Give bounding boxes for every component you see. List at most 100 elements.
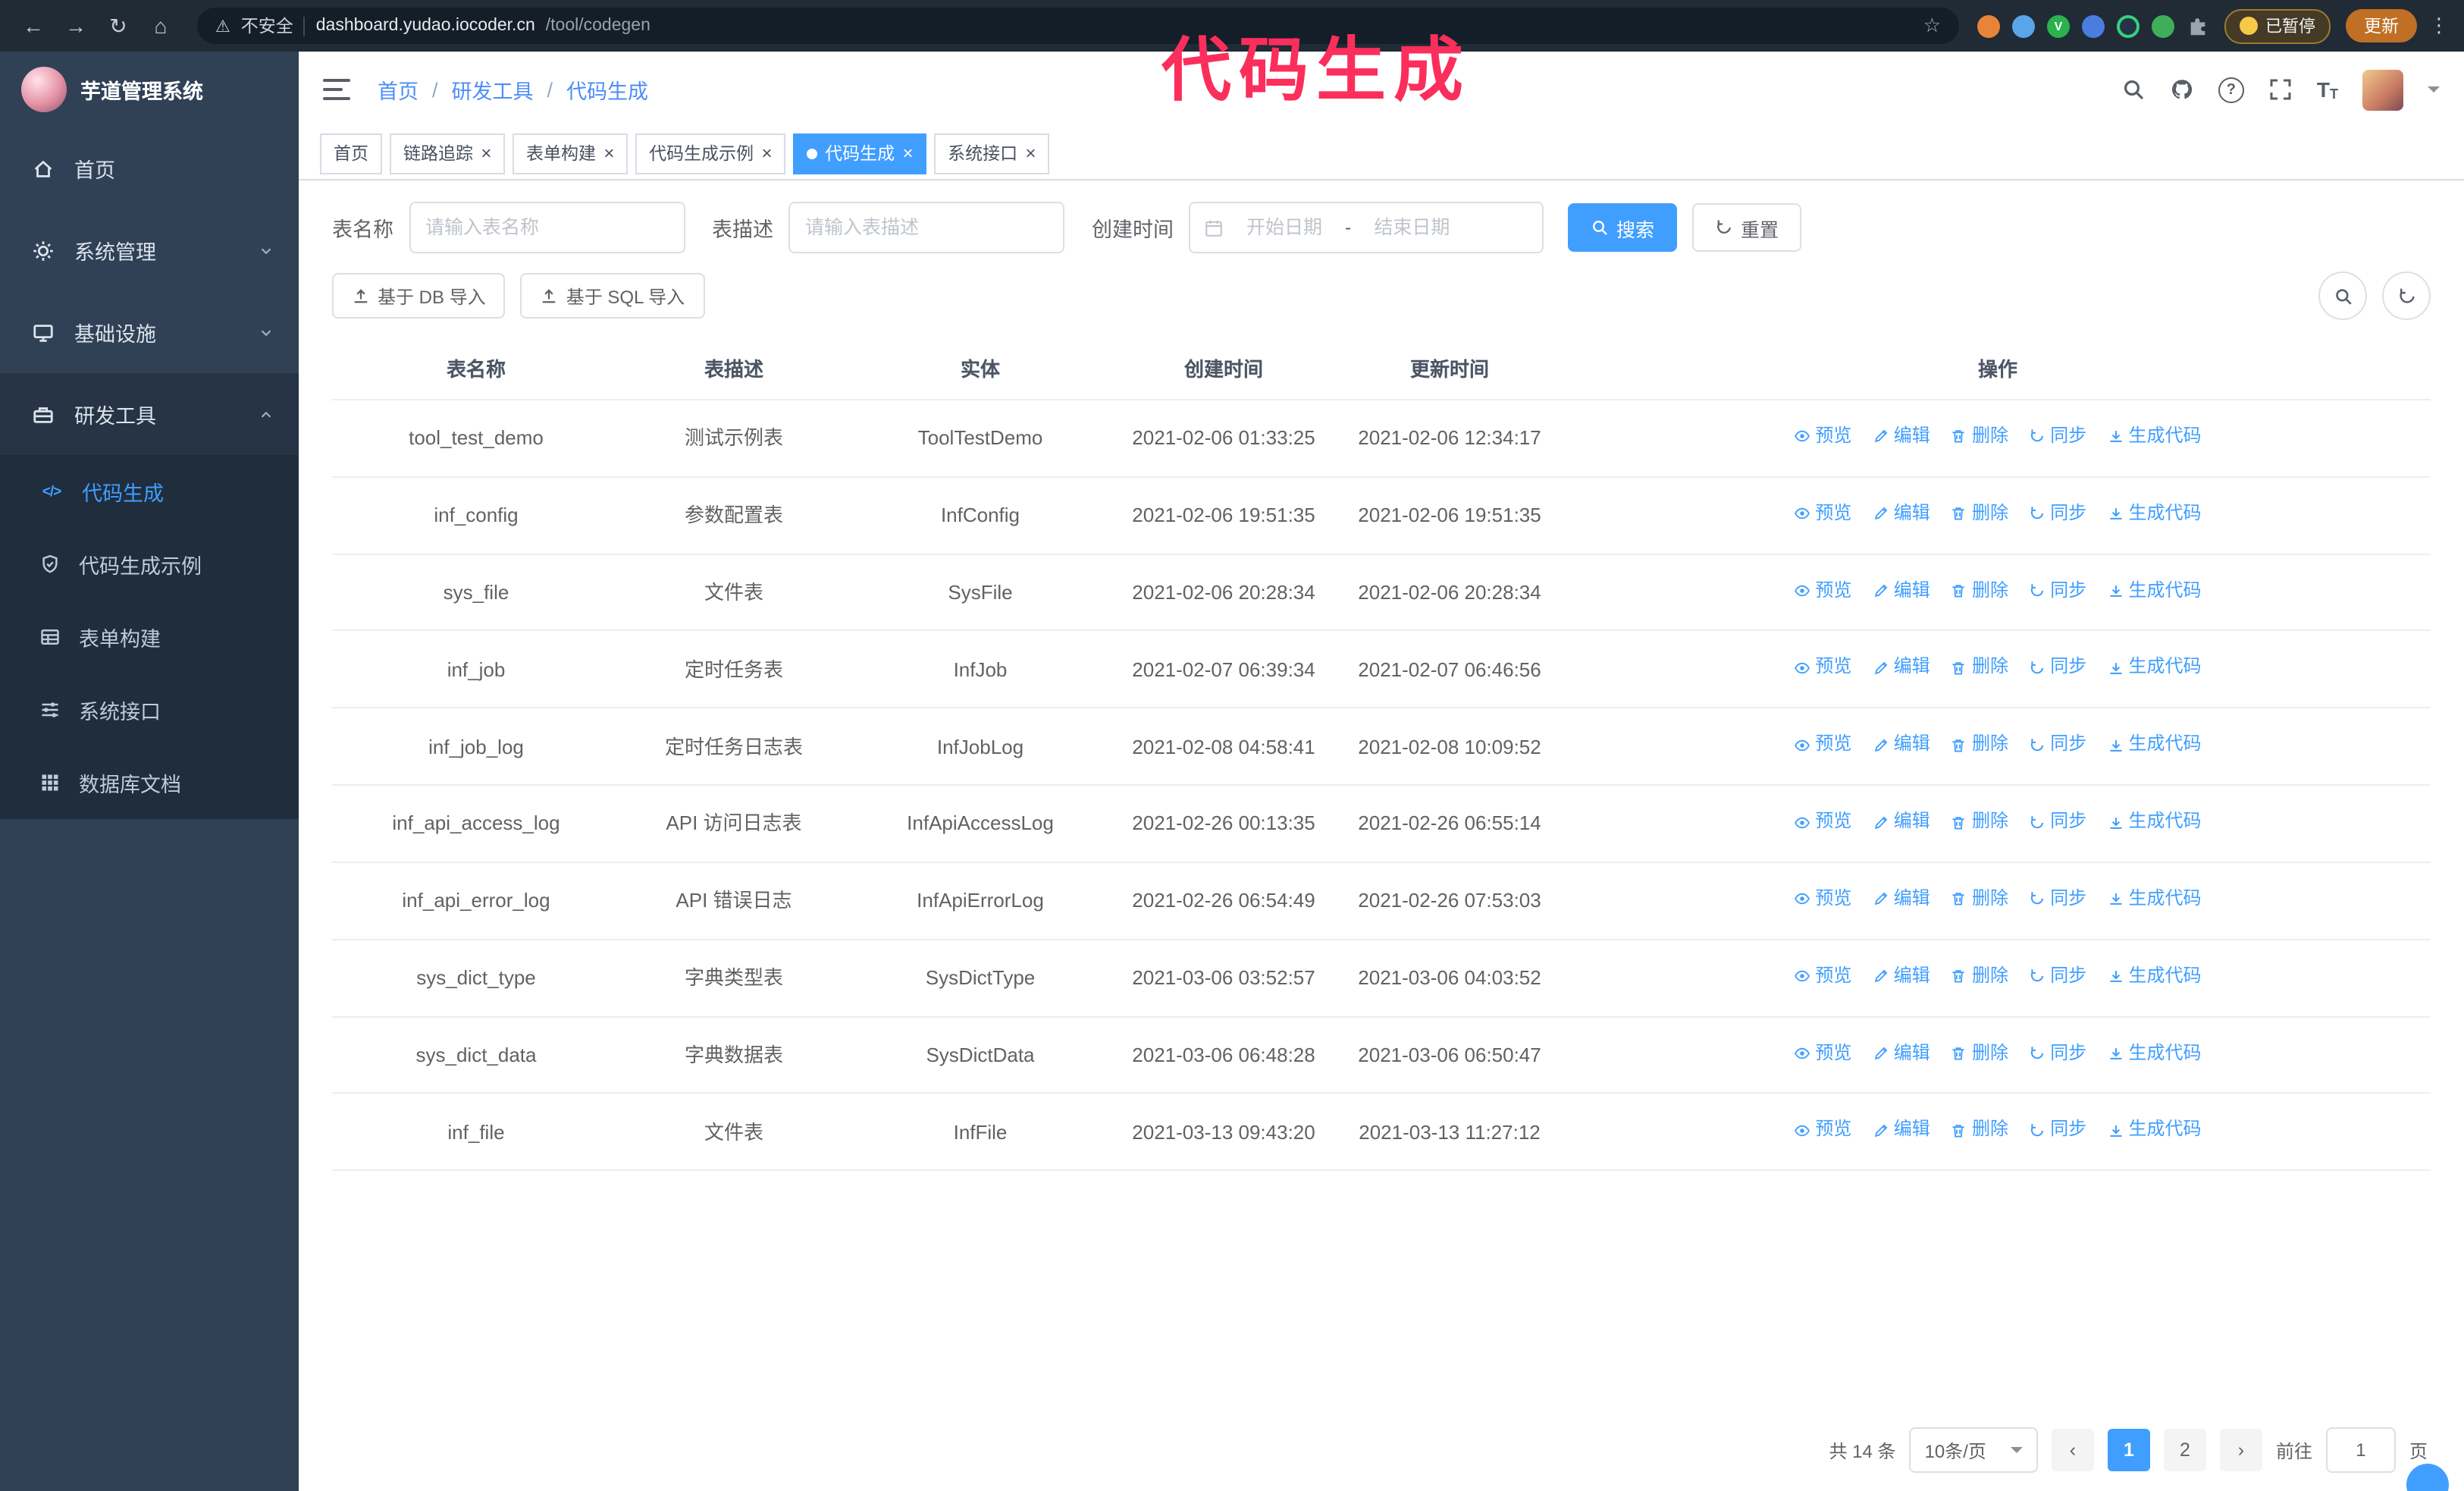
sidebar-item-dev-tools[interactable]: 研发工具: [0, 373, 299, 455]
page-size-select[interactable]: 10条/页: [1909, 1427, 2038, 1473]
sync-link[interactable]: 同步: [2029, 962, 2086, 992]
delete-link[interactable]: 删除: [1951, 499, 2008, 529]
edit-link[interactable]: 编辑: [1873, 576, 1930, 606]
tab-codegen-example[interactable]: 代码生成示例 ×: [635, 133, 786, 174]
search-icon[interactable]: [2121, 77, 2146, 102]
generate-code-link[interactable]: 生成代码: [2108, 807, 2202, 837]
drop-extension-icon[interactable]: [2012, 14, 2035, 37]
hamburger-icon[interactable]: [323, 79, 350, 100]
help-icon[interactable]: ?: [2218, 77, 2244, 102]
sync-link[interactable]: 同步: [2029, 1038, 2086, 1069]
delete-link[interactable]: 删除: [1951, 576, 2008, 606]
edit-link[interactable]: 编辑: [1873, 884, 1930, 915]
tab-system-api[interactable]: 系统接口 ×: [934, 133, 1050, 174]
edit-link[interactable]: 编辑: [1873, 962, 1930, 992]
edit-link[interactable]: 编辑: [1873, 730, 1930, 761]
sidebar-subitem-system-api[interactable]: 系统接口: [0, 673, 299, 746]
people-extension-icon[interactable]: [2082, 14, 2105, 37]
table-desc-input[interactable]: [788, 202, 1064, 253]
generate-code-link[interactable]: 生成代码: [2108, 1116, 2202, 1146]
preview-link[interactable]: 预览: [1794, 576, 1851, 606]
font-size-icon[interactable]: TT: [2317, 77, 2338, 102]
generate-code-link[interactable]: 生成代码: [2108, 499, 2202, 529]
close-icon[interactable]: ×: [902, 144, 913, 162]
sidebar-item-infrastructure[interactable]: 基础设施: [0, 291, 299, 373]
end-date-input[interactable]: [1359, 215, 1466, 240]
back-icon[interactable]: ←: [15, 8, 52, 44]
sync-link[interactable]: 同步: [2029, 884, 2086, 915]
sidebar-item-home[interactable]: 首页: [0, 127, 299, 209]
breadcrumb-home[interactable]: 首页: [378, 74, 419, 105]
edit-link[interactable]: 编辑: [1873, 1116, 1930, 1146]
refresh-table-button[interactable]: [2382, 272, 2431, 320]
page-button-1[interactable]: 1: [2107, 1429, 2150, 1471]
sync-link[interactable]: 同步: [2029, 807, 2086, 837]
delete-link[interactable]: 删除: [1951, 962, 2008, 992]
fox-extension-icon[interactable]: [1977, 14, 2000, 37]
address-bar[interactable]: ⚠ 不安全 dashboard.yudao.iocoder.cn/tool/co…: [197, 8, 1959, 44]
breadcrumb-dev-tools[interactable]: 研发工具: [452, 74, 534, 105]
update-button[interactable]: 更新: [2346, 9, 2417, 42]
generate-code-link[interactable]: 生成代码: [2108, 1038, 2202, 1069]
bookmark-star-icon[interactable]: ☆: [1923, 14, 1941, 38]
sidebar-subitem-form-builder[interactable]: 表单构建: [0, 601, 299, 673]
home-icon[interactable]: ⌂: [143, 8, 179, 44]
delete-link[interactable]: 删除: [1951, 807, 2008, 837]
preview-link[interactable]: 预览: [1794, 1116, 1851, 1146]
extensions-puzzle-icon[interactable]: [2187, 14, 2209, 37]
preview-link[interactable]: 预览: [1794, 499, 1851, 529]
preview-link[interactable]: 预览: [1794, 962, 1851, 992]
generate-code-link[interactable]: 生成代码: [2108, 884, 2202, 915]
sync-link[interactable]: 同步: [2029, 576, 2086, 606]
preview-link[interactable]: 预览: [1794, 884, 1851, 915]
generate-code-link[interactable]: 生成代码: [2108, 730, 2202, 761]
reset-button[interactable]: 重置: [1692, 203, 1802, 252]
delete-link[interactable]: 删除: [1951, 730, 2008, 761]
sync-link[interactable]: 同步: [2029, 422, 2086, 452]
edit-link[interactable]: 编辑: [1873, 653, 1930, 683]
preview-link[interactable]: 预览: [1794, 422, 1851, 452]
date-range-picker[interactable]: -: [1189, 202, 1544, 253]
edit-link[interactable]: 编辑: [1873, 1038, 1930, 1069]
generate-code-link[interactable]: 生成代码: [2108, 653, 2202, 683]
sidebar-subitem-codegen-example[interactable]: 代码生成示例: [0, 528, 299, 601]
import-sql-button[interactable]: 基于 SQL 导入: [520, 273, 705, 319]
leaf-extension-icon[interactable]: [2152, 14, 2174, 37]
tab-codegen[interactable]: 代码生成 ×: [793, 133, 927, 174]
reload-icon[interactable]: ↻: [100, 8, 136, 44]
sidebar-subitem-codegen[interactable]: </> 代码生成: [0, 455, 299, 528]
goto-page-input[interactable]: [2325, 1427, 2396, 1473]
table-name-input[interactable]: [409, 202, 685, 253]
sync-link[interactable]: 同步: [2029, 1116, 2086, 1146]
next-page-button[interactable]: ›: [2219, 1429, 2262, 1471]
page-button-2[interactable]: 2: [2163, 1429, 2206, 1471]
start-date-input[interactable]: [1231, 215, 1337, 240]
delete-link[interactable]: 删除: [1951, 1116, 2008, 1146]
delete-link[interactable]: 删除: [1951, 422, 2008, 452]
browser-menu-icon[interactable]: ⋮: [2429, 14, 2449, 38]
edit-link[interactable]: 编辑: [1873, 422, 1930, 452]
edit-link[interactable]: 编辑: [1873, 499, 1930, 529]
import-db-button[interactable]: 基于 DB 导入: [332, 273, 506, 319]
preview-link[interactable]: 预览: [1794, 807, 1851, 837]
tab-home[interactable]: 首页: [320, 133, 382, 174]
forward-icon[interactable]: →: [58, 8, 94, 44]
toggle-search-button[interactable]: [2318, 272, 2367, 320]
tab-trace[interactable]: 链路追踪 ×: [390, 133, 506, 174]
preview-link[interactable]: 预览: [1794, 1038, 1851, 1069]
preview-link[interactable]: 预览: [1794, 653, 1851, 683]
search-button[interactable]: 搜索: [1568, 203, 1678, 252]
screenshot-extension-icon[interactable]: [2117, 14, 2140, 37]
avatar[interactable]: [2362, 69, 2403, 110]
delete-link[interactable]: 删除: [1951, 1038, 2008, 1069]
fullscreen-icon[interactable]: [2268, 77, 2293, 102]
paused-badge[interactable]: 已暂停: [2224, 8, 2331, 43]
preview-link[interactable]: 预览: [1794, 730, 1851, 761]
generate-code-link[interactable]: 生成代码: [2108, 422, 2202, 452]
close-icon[interactable]: ×: [481, 144, 491, 162]
close-icon[interactable]: ×: [1025, 144, 1036, 162]
delete-link[interactable]: 删除: [1951, 884, 2008, 915]
delete-link[interactable]: 删除: [1951, 653, 2008, 683]
github-icon[interactable]: [2170, 77, 2194, 102]
avatar-caret-icon[interactable]: [2428, 86, 2440, 99]
